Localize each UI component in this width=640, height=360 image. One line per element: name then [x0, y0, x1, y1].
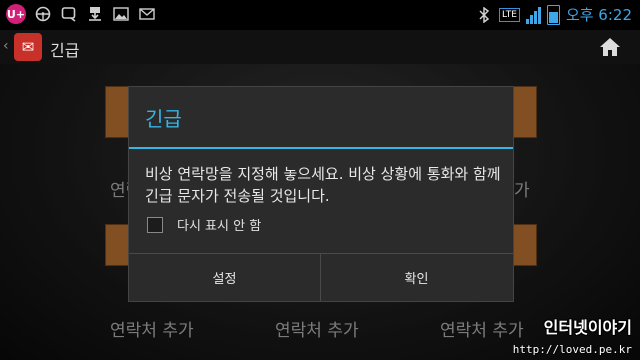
system-status-icons: LTE 오후 6:22 [475, 4, 632, 25]
search-chat-icon [60, 5, 78, 23]
emergency-dialog: 긴급 비상 연락망을 지정해 놓으세요. 비상 상황에 통화와 함께 긴급 문자… [128, 86, 514, 302]
mail-icon [138, 5, 156, 23]
uplus-icon: U+ [6, 4, 26, 24]
signal-icon [525, 6, 541, 24]
confirm-button[interactable]: 확인 [321, 254, 512, 301]
dont-show-again-row[interactable]: 다시 표시 안 함 [147, 215, 261, 234]
download-icon [86, 5, 104, 23]
page-title: 긴급 [50, 41, 80, 60]
watermark-brand: 인터넷이야기 [543, 318, 632, 337]
dialog-message: 비상 연락망을 지정해 놓으세요. 비상 상황에 통화와 함께 긴급 문자가 전… [145, 165, 501, 205]
dialog-title-divider [129, 147, 513, 149]
dont-show-again-checkbox[interactable] [147, 216, 163, 233]
action-bar: ‹ ✉ 긴급 [0, 30, 640, 64]
clock: 오후 6:22 [565, 6, 632, 24]
watermark-url: http://loved.pe.kr [512, 343, 632, 356]
status-bar: U+ LTE 오후 6:22 [0, 0, 640, 30]
home-icon[interactable] [598, 35, 622, 59]
settings-button[interactable]: 설정 [129, 254, 320, 301]
steering-wheel-icon [34, 5, 52, 23]
dont-show-again-label[interactable]: 다시 표시 안 함 [177, 215, 261, 234]
notification-icons: U+ [6, 4, 156, 24]
lte-icon: LTE [498, 7, 520, 22]
bluetooth-icon [475, 6, 493, 24]
image-icon [112, 5, 130, 23]
back-chevron-icon[interactable]: ‹ [3, 38, 9, 54]
emergency-contact-icon[interactable]: ✉ [14, 33, 42, 61]
battery-icon [546, 4, 560, 25]
dialog-title: 긴급 [145, 107, 182, 131]
